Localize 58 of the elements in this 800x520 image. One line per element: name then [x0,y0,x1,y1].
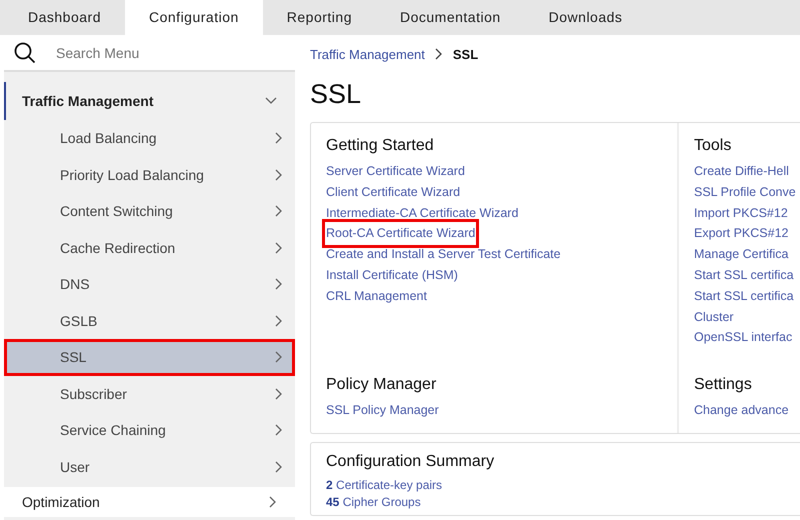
menu-group[interactable]: Traffic Management [4,82,295,120]
section-heading: Getting Started [326,137,435,155]
link[interactable]: OpenSSL interfac [694,327,792,348]
chevron-right-icon [275,388,283,400]
menu-item[interactable]: Service Chaining [4,412,295,448]
menu-item[interactable]: User [4,448,295,485]
chevron-right-icon [275,314,283,327]
chevron-right-icon [275,242,283,254]
breadcrumb-link[interactable]: Traffic Management [310,46,425,62]
link[interactable]: Export PKCS#12 [694,223,788,244]
nav-tab[interactable]: Downloads [524,0,646,35]
link[interactable]: Import PKCS#12 [694,202,788,224]
nav-tab[interactable]: Documentation [376,0,525,35]
chevron-right-icon [275,351,283,364]
link[interactable]: Install Certificate (HSM) [326,264,458,286]
link[interactable]: Manage Certifica [694,244,788,265]
menu-item[interactable]: Load Balancing [4,120,295,156]
link[interactable]: Create Diffie-Hell [694,161,789,182]
breadcrumb-current: SSL [452,46,478,62]
link[interactable]: Client Certificate Wizard [326,182,460,203]
menu-item[interactable]: Content Switching [4,193,295,230]
chevron-right-icon [275,460,283,473]
section-heading: Configuration Summary [326,452,496,471]
chevron-right-icon [275,205,283,218]
menu-item[interactable]: Cache Redirection [4,230,295,266]
chevron-right-icon [275,424,283,436]
section-heading: Settings [694,376,753,394]
link[interactable]: SSL Policy Manager [326,400,439,421]
section-heading: Policy Manager [326,376,438,394]
link[interactable]: Start SSL certifica Cluster [694,286,794,328]
link[interactable]: SSL Profile Conve [694,182,796,203]
link[interactable]: Server Certificate Wizard [326,161,465,182]
search-icon [14,42,36,64]
link[interactable]: Change advance [694,400,789,421]
menu-item[interactable]: DNS [4,266,295,302]
chevron-right-icon [269,496,277,508]
menu-item[interactable]: GSLB [4,302,295,339]
chevron-right-icon [275,168,283,181]
link[interactable]: Create and Install a Server Test Certificate [326,244,561,265]
link[interactable]: Intermediate-CA Certificate Wizard [326,202,518,224]
nav-tab[interactable]: Configuration [125,0,263,35]
menu-item[interactable]: SSL [4,339,295,376]
menu-group[interactable]: Optimization [4,487,295,517]
nav-tab[interactable]: Reporting [262,0,376,35]
link[interactable]: CRL Management [326,286,427,307]
menu-item[interactable]: Subscriber [4,376,295,412]
search-field[interactable]: Search Menu [4,35,295,72]
nav-tab[interactable]: Dashboard [4,0,125,35]
section-heading: Tools [694,137,732,155]
summary-link[interactable]: 2 Certificate-key pairs [326,476,800,494]
chevron-right-icon [275,132,283,144]
chevron-down-icon [265,97,277,105]
chevron-right-icon [434,48,443,60]
page-title: SSL [310,79,362,110]
menu-item[interactable]: Priority Load Balancing [4,156,295,193]
chevron-right-icon [275,278,283,290]
summary-link[interactable]: 45 Cipher Groups [326,494,800,511]
link[interactable]: Start SSL certifica [694,264,794,286]
